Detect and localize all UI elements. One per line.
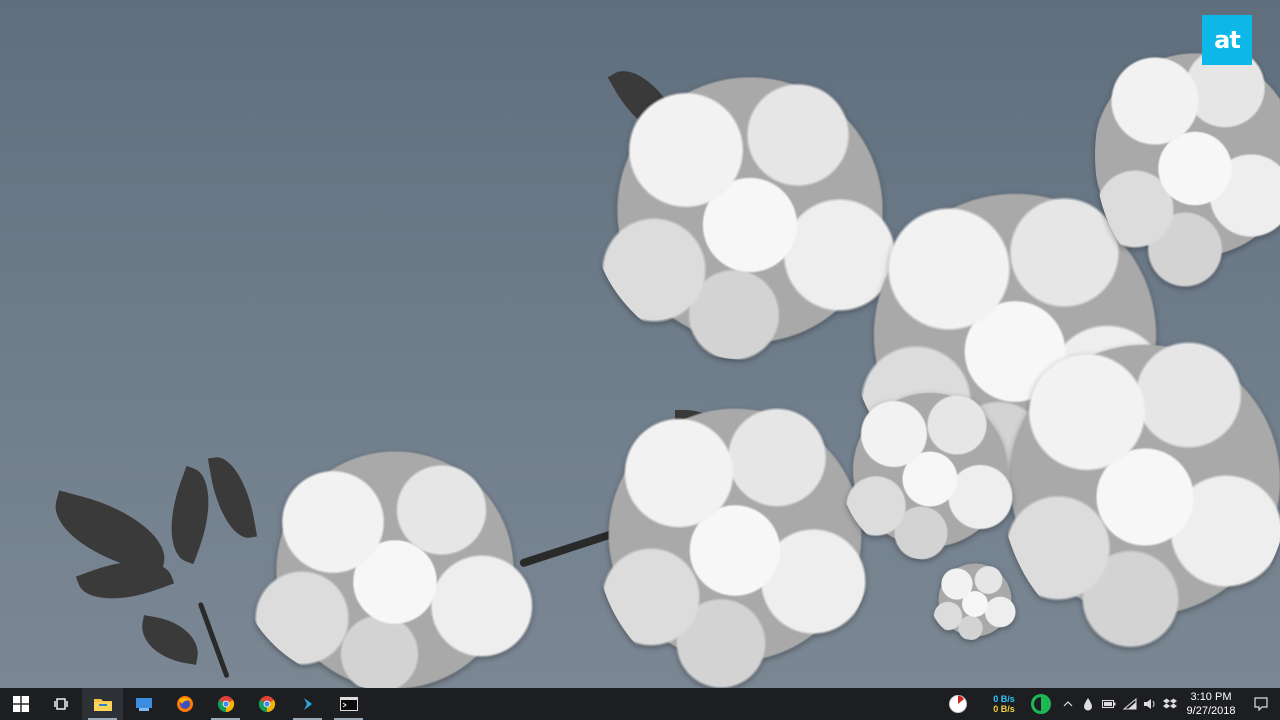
resource-monitor-icon[interactable] xyxy=(940,688,976,720)
network-speed-meter[interactable]: 0 B/s 0 B/s xyxy=(984,688,1024,720)
chrome-icon xyxy=(217,696,234,713)
wifi-icon[interactable] xyxy=(1120,688,1140,720)
clock-date: 9/27/2018 xyxy=(1186,705,1236,717)
notification-icon xyxy=(1254,697,1268,711)
terminal-button[interactable] xyxy=(328,688,369,720)
blue-app-icon xyxy=(135,698,152,711)
clock[interactable]: 3:10 PM 9/27/2018 xyxy=(1180,688,1242,720)
droplet-icon[interactable] xyxy=(1078,688,1098,720)
chevron-up-icon[interactable] xyxy=(1058,688,1078,720)
app-blue-button[interactable] xyxy=(123,688,164,720)
arrow-app-icon xyxy=(303,698,312,710)
task-view-button[interactable] xyxy=(41,688,82,720)
action-center-button[interactable] xyxy=(1242,688,1280,720)
volume-icon[interactable] xyxy=(1140,688,1160,720)
taskbar: 0 B/s 0 B/s 3:10 PM 9/27/2018 xyxy=(0,688,1280,720)
windows-logo-icon xyxy=(12,696,29,712)
chrome-canary-button[interactable] xyxy=(246,688,287,720)
chrome-button[interactable] xyxy=(205,688,246,720)
task-view-icon xyxy=(53,698,68,710)
terminal-icon xyxy=(339,697,358,711)
folder-icon xyxy=(93,699,112,711)
dev-tool-button[interactable] xyxy=(287,688,328,720)
system-tray: 0 B/s 0 B/s 3:10 PM 9/27/2018 xyxy=(940,688,1280,720)
dropbox-icon[interactable] xyxy=(1160,688,1180,720)
desktop-wallpaper xyxy=(0,0,1280,688)
chrome-icon xyxy=(258,696,275,713)
file-explorer-button[interactable] xyxy=(82,688,123,720)
firefox-icon xyxy=(176,696,193,712)
download-speed: 0 B/s xyxy=(993,704,1015,714)
clock-time: 3:10 PM xyxy=(1190,691,1232,703)
upload-speed: 0 B/s xyxy=(993,694,1015,704)
firefox-button[interactable] xyxy=(164,688,205,720)
site-logo: at xyxy=(1202,15,1252,65)
battery-icon[interactable] xyxy=(1098,688,1120,720)
start-button[interactable] xyxy=(0,688,41,720)
green-gauge-icon[interactable] xyxy=(1024,688,1058,720)
